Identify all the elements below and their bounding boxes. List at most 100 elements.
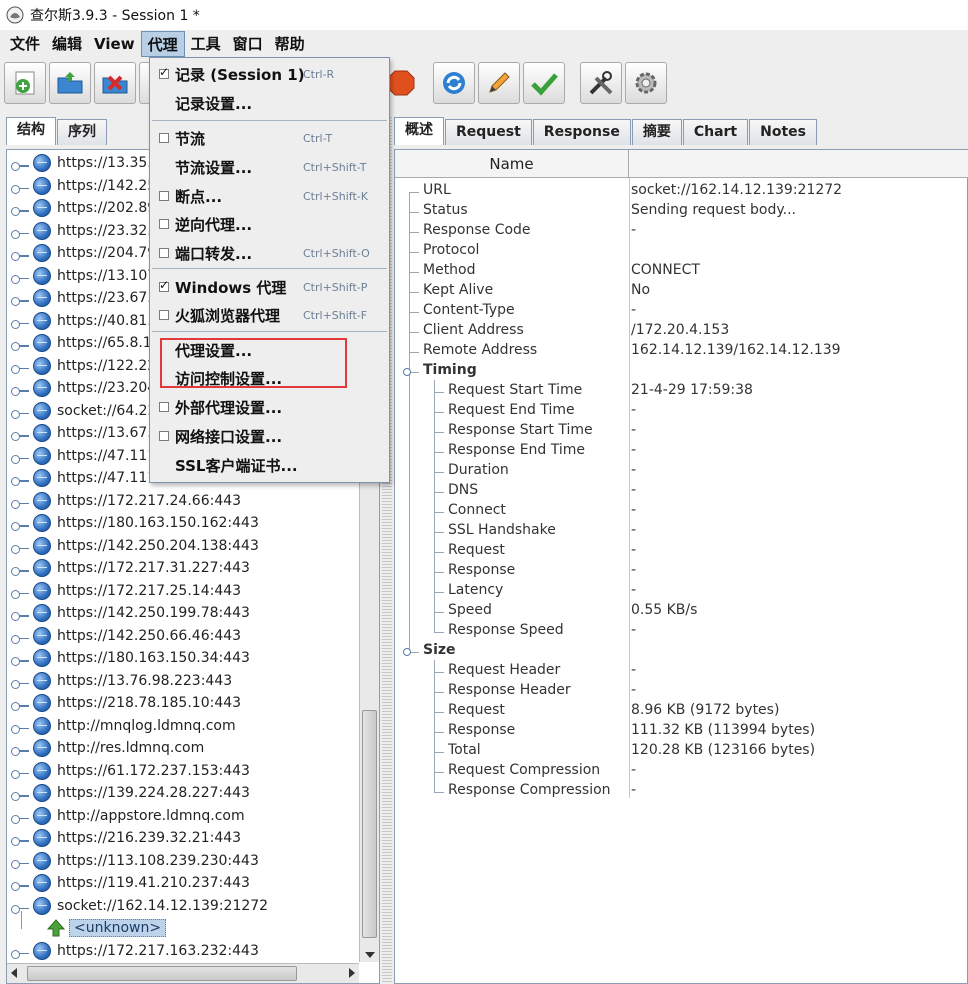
tree-collapsed-handle-icon[interactable] — [11, 743, 29, 756]
unchecked-checkbox-icon[interactable] — [159, 133, 169, 143]
overview-row[interactable]: URL socket://162.14.12.139:21272 — [395, 182, 967, 202]
proxy-menu-item[interactable]: 断点... Ctrl+Shift-K — [150, 182, 389, 210]
tree-node[interactable]: https://142.250.66.46:443 — [11, 625, 241, 647]
column-header-value[interactable] — [629, 150, 968, 178]
tree-collapsed-handle-icon[interactable] — [11, 811, 29, 824]
tree-collapsed-handle-icon[interactable] — [11, 383, 29, 396]
scroll-right-icon[interactable] — [349, 968, 355, 978]
unchecked-checkbox-icon[interactable] — [159, 402, 169, 412]
edit-button[interactable] — [478, 62, 520, 104]
tree-collapsed-handle-icon[interactable] — [11, 271, 29, 284]
open-button[interactable] — [49, 62, 91, 104]
tree-collapsed-handle-icon[interactable] — [11, 698, 29, 711]
tab-request[interactable]: Request — [445, 119, 532, 145]
tree-collapsed-handle-icon[interactable] — [11, 833, 29, 846]
overview-row[interactable]: SSL Handshake - — [395, 522, 967, 542]
horizontal-scrollbar[interactable] — [7, 963, 359, 983]
tree-node[interactable]: https://13.76.98.223:443 — [11, 670, 232, 692]
overview-row[interactable]: Latency - — [395, 582, 967, 602]
tree-node[interactable]: https://172.217.25.14:443 — [11, 580, 241, 602]
validate-button[interactable] — [523, 62, 565, 104]
overview-row[interactable]: Size — [395, 642, 967, 662]
tree-node[interactable]: https://172.217.163.232:443 — [11, 940, 259, 962]
overview-row[interactable]: Client Address/172.20.4.153 — [395, 322, 967, 342]
tree-collapsed-handle-icon[interactable] — [11, 788, 29, 801]
tree-node[interactable]: https://142.250.204.138:443 — [11, 535, 259, 557]
tree-node[interactable]: https://204.79 — [11, 242, 156, 264]
tree-node[interactable]: https://13.67. — [11, 422, 152, 444]
tree-collapsed-handle-icon[interactable] — [11, 158, 29, 171]
tree-collapsed-handle-icon[interactable] — [11, 946, 29, 959]
overview-row[interactable]: Method CONNECT — [395, 262, 967, 282]
tree-collapsed-handle-icon[interactable] — [11, 338, 29, 351]
tree-collapsed-handle-icon[interactable] — [11, 518, 29, 531]
overview-row[interactable]: Request Header - — [395, 662, 967, 682]
tree-node[interactable]: https://172.217.24.66:443 — [11, 490, 241, 512]
tree-node[interactable]: https://218.78.185.10:443 — [11, 692, 241, 714]
overview-row[interactable]: Timing — [395, 362, 967, 382]
tab-overview[interactable]: 概述 — [394, 117, 444, 145]
tree-collapsed-handle-icon[interactable] — [11, 766, 29, 779]
overview-row[interactable]: Request 8.96 KB (9172 bytes) — [395, 702, 967, 722]
tree-node[interactable]: socket://64.22 — [11, 400, 157, 422]
tree-collapsed-handle-icon[interactable] — [11, 361, 29, 374]
delete-button[interactable] — [94, 62, 136, 104]
overview-row[interactable]: Total 120.28 KB (123166 bytes) — [395, 742, 967, 762]
tree-collapsed-handle-icon[interactable] — [11, 721, 29, 734]
tree-collapsed-handle-icon[interactable] — [11, 293, 29, 306]
tree-collapsed-handle-icon[interactable] — [11, 428, 29, 441]
tree-collapsed-handle-icon[interactable] — [11, 226, 29, 239]
overview-row[interactable]: Kept Alive No — [395, 282, 967, 302]
tree-node[interactable]: https://172.217.31.227:443 — [11, 557, 250, 579]
add-button[interactable] — [4, 62, 46, 104]
proxy-menu-item[interactable]: 逆向代理... — [150, 210, 389, 238]
tree-node[interactable]: https://180.163.150.34:443 — [11, 647, 250, 669]
tree-node[interactable]: https://61.172.237.153:443 — [11, 760, 250, 782]
unchecked-checkbox-icon[interactable] — [159, 219, 169, 229]
overview-row[interactable]: Request Compression - — [395, 762, 967, 782]
tree-node[interactable]: socket://162.14.12.139:21272 — [11, 895, 268, 917]
tree-collapsed-handle-icon[interactable] — [11, 451, 29, 464]
overview-row[interactable]: DNS - — [395, 482, 967, 502]
column-header-name[interactable]: Name — [395, 150, 629, 178]
group-expanded-handle-icon[interactable] — [403, 368, 411, 376]
tree-collapsed-handle-icon[interactable] — [11, 653, 29, 666]
proxy-menu-item[interactable]: 记录 (Session 1)Ctrl-R — [150, 60, 389, 88]
tab-structure[interactable]: 结构 — [6, 117, 56, 145]
proxy-menu-item[interactable]: 记录设置... — [150, 89, 389, 117]
tree-collapsed-handle-icon[interactable] — [11, 406, 29, 419]
tree-collapsed-handle-icon[interactable] — [11, 878, 29, 891]
overview-row[interactable]: Response Code - — [395, 222, 967, 242]
tree-collapsed-handle-icon[interactable] — [11, 586, 29, 599]
tree-node[interactable]: https://142.25 — [11, 175, 156, 197]
tree-collapsed-handle-icon[interactable] — [11, 203, 29, 216]
tree-collapsed-handle-icon[interactable] — [11, 608, 29, 621]
unchecked-checkbox-icon[interactable] — [159, 310, 169, 320]
vertical-scroll-thumb[interactable] — [362, 710, 377, 938]
scroll-down-icon[interactable] — [365, 952, 375, 958]
tree-node[interactable]: https://13.35. — [11, 152, 152, 174]
horizontal-scroll-thumb[interactable] — [27, 966, 297, 981]
tree-node[interactable]: https://23.204 — [11, 377, 156, 399]
tree-node[interactable]: https://47.111 — [11, 445, 156, 467]
tree-collapsed-handle-icon[interactable] — [11, 541, 29, 554]
tab-notes[interactable]: Notes — [749, 119, 817, 145]
tree-collapsed-handle-icon[interactable] — [11, 631, 29, 644]
tree-node[interactable]: http://res.ldmnq.com — [11, 737, 204, 759]
tab-summary[interactable]: 摘要 — [631, 119, 682, 145]
overview-row[interactable]: Status Sending request body... — [395, 202, 967, 222]
tab-chart[interactable]: Chart — [682, 119, 749, 145]
tree-node[interactable]: https://142.250.199.78:443 — [11, 602, 250, 624]
overview-row[interactable]: Protocol — [395, 242, 967, 262]
tree-collapsed-handle-icon[interactable] — [11, 316, 29, 329]
overview-row[interactable]: Request - — [395, 542, 967, 562]
tools-button[interactable] — [580, 62, 622, 104]
menu-edit[interactable]: 编辑 — [46, 31, 88, 57]
overview-row[interactable]: Content-Type - — [395, 302, 967, 322]
tree-node[interactable]: https://23.67. — [11, 287, 152, 309]
overview-row[interactable]: Response - — [395, 562, 967, 582]
tree-collapsed-handle-icon[interactable] — [11, 248, 29, 261]
tab-response[interactable]: Response — [532, 119, 631, 145]
overview-row[interactable]: Remote Address 162.14.12.139/162.14.12.13… — [395, 342, 967, 362]
tree-collapsed-handle-icon[interactable] — [11, 563, 29, 576]
